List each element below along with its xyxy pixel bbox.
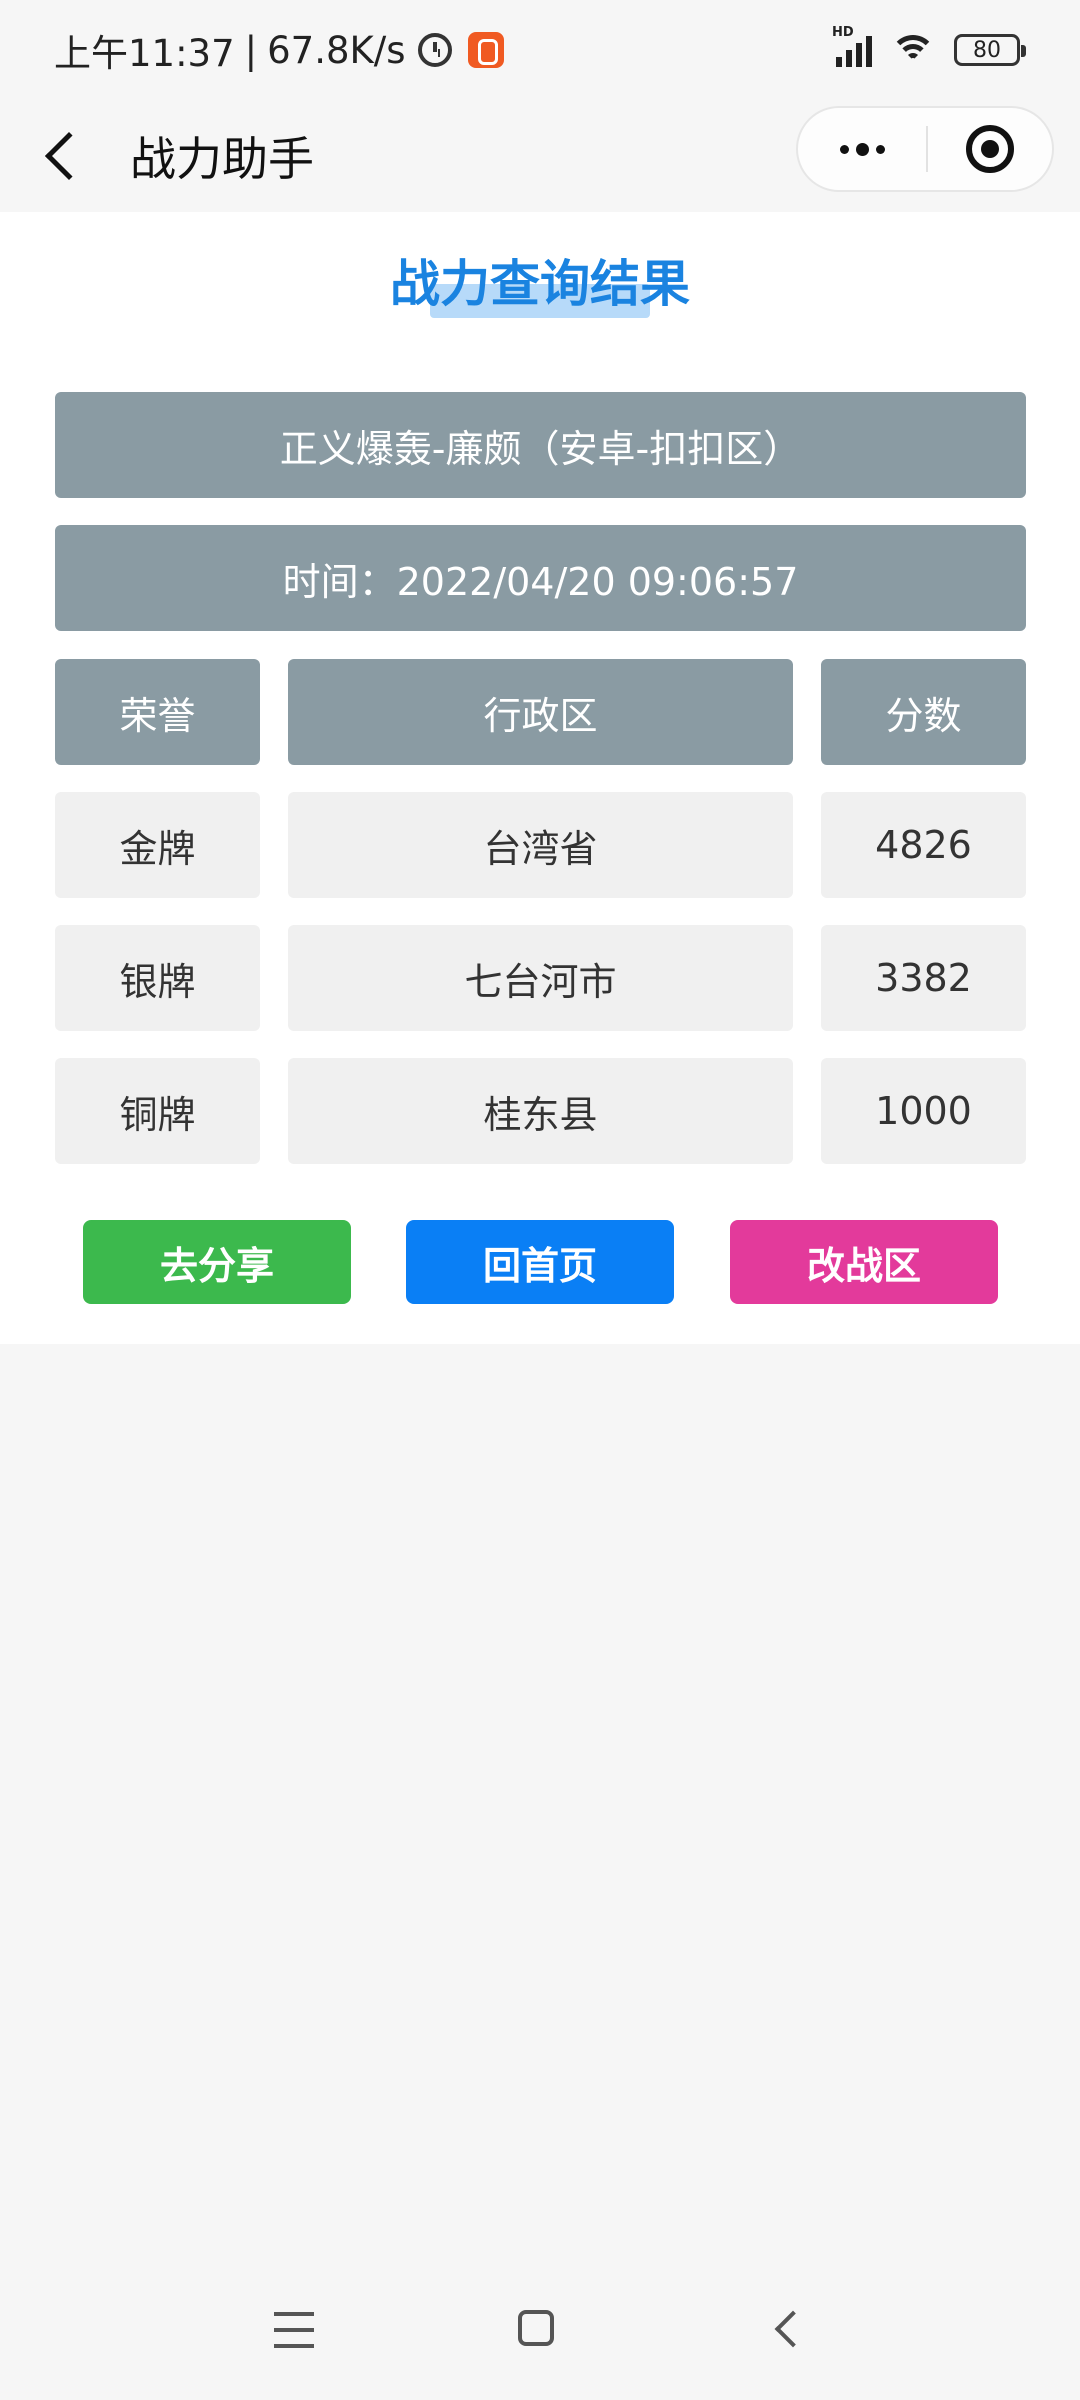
table-cell-honor: 银牌: [55, 925, 260, 1031]
status-left: 上午11:37 | 67.8K/s: [54, 23, 504, 77]
header-score: 分数: [821, 659, 1026, 765]
header-honor: 荣誉: [55, 659, 260, 765]
query-time: 时间：2022/04/20 09:06:57: [55, 525, 1026, 631]
back-icon[interactable]: [44, 131, 94, 181]
table-cell-score: 4826: [821, 792, 1026, 898]
hero-info: 正义爆轰-廉颇（安卓-扣扣区）: [55, 392, 1026, 498]
table-cell-honor: 铜牌: [55, 1058, 260, 1164]
share-button[interactable]: 去分享: [83, 1220, 351, 1304]
alarm-icon: [417, 33, 452, 67]
wifi-icon: [890, 33, 936, 67]
table-cell-score: 3382: [821, 925, 1026, 1031]
status-time: 上午11:37: [54, 32, 235, 75]
nav-bar: 战力助手: [0, 100, 1080, 212]
nav-title: 战力助手: [130, 132, 314, 186]
recent-apps-icon[interactable]: [274, 2312, 314, 2348]
screen: 上午11:37 | 67.8K/s HD 80 战力助手 战力查询结果 正义爆轰…: [0, 0, 1080, 2400]
more-icon[interactable]: [798, 108, 926, 190]
change-zone-button[interactable]: 改战区: [730, 1220, 998, 1304]
status-right: HD 80: [832, 25, 1026, 67]
battery-level: 80: [973, 37, 1001, 63]
status-separator: |: [244, 28, 258, 72]
home-button[interactable]: 回首页: [406, 1220, 674, 1304]
header-region: 行政区: [288, 659, 793, 765]
system-back-icon[interactable]: [774, 2310, 812, 2348]
table-cell-honor: 金牌: [55, 792, 260, 898]
hd-label: HD: [832, 25, 854, 40]
system-nav-bar: [0, 2290, 1080, 2380]
table-cell-region: 台湾省: [288, 792, 793, 898]
table-cell-score: 1000: [821, 1058, 1026, 1164]
home-icon[interactable]: [518, 2310, 554, 2346]
status-bar: 上午11:37 | 67.8K/s HD 80: [0, 0, 1080, 100]
mini-program-capsule: [796, 106, 1054, 192]
table-cell-region: 桂东县: [288, 1058, 793, 1164]
close-mini-program-icon[interactable]: [928, 108, 1052, 190]
signal-icon: HD: [832, 25, 872, 67]
net-speed: 67.8K/s: [267, 28, 406, 72]
result-card: 战力查询结果 正义爆轰-廉颇（安卓-扣扣区） 时间：2022/04/20 09:…: [0, 212, 1080, 1344]
table-cell-region: 七台河市: [288, 925, 793, 1031]
result-title: 战力查询结果: [390, 255, 690, 313]
battery-icon: 80: [954, 34, 1026, 66]
app-notification-icon: [467, 32, 504, 68]
